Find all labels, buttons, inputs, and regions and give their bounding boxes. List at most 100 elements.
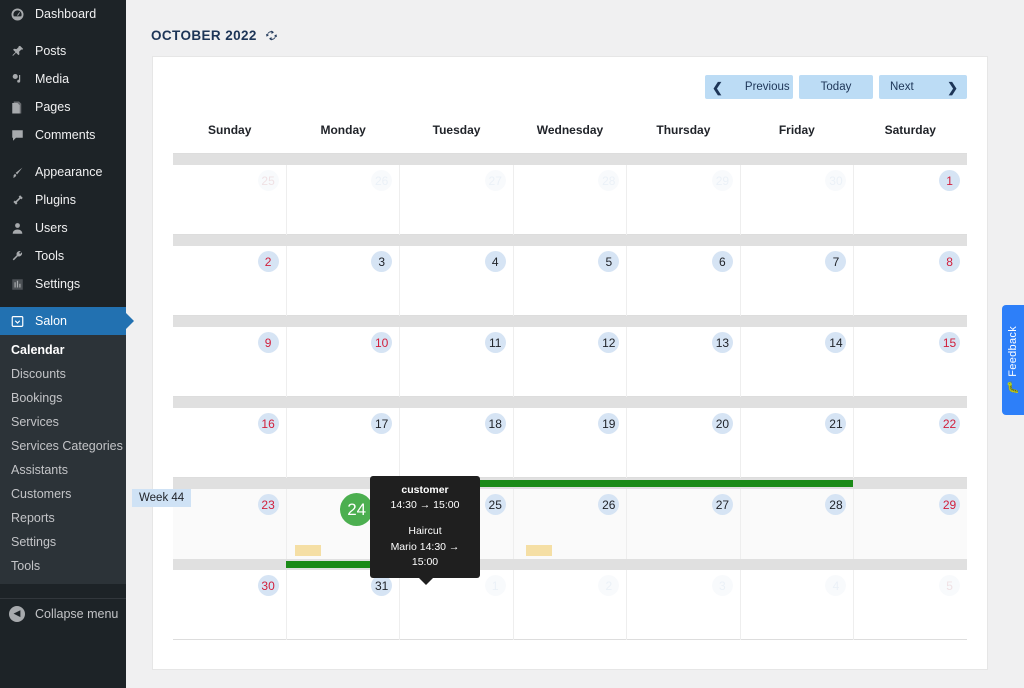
calendar-day-cell[interactable]: 25 — [173, 165, 287, 235]
calendar-day-cell[interactable]: 14 — [741, 327, 855, 397]
sidebar-item-comments[interactable]: Comments — [0, 121, 126, 149]
sidebar-item-posts[interactable]: Posts — [0, 37, 126, 65]
calendar-day-cell[interactable]: 17 — [287, 408, 401, 478]
day-number-badge[interactable]: 26 — [598, 494, 619, 515]
day-number-badge[interactable]: 28 — [598, 170, 619, 191]
day-number-badge[interactable]: 2 — [598, 575, 619, 596]
calendar-day-cell[interactable]: 2 — [173, 246, 287, 316]
day-number-badge[interactable]: 17 — [371, 413, 392, 434]
submenu-item-services-categories[interactable]: Services Categories — [0, 434, 126, 458]
event-block-tan[interactable] — [526, 545, 552, 556]
calendar-day-cell[interactable]: 1 — [854, 165, 967, 235]
calendar-day-cell[interactable]: 3 — [627, 570, 741, 640]
calendar-day-cell[interactable]: 28 — [514, 165, 628, 235]
calendar-day-cell[interactable]: 8 — [854, 246, 967, 316]
calendar-day-cell[interactable]: 29 — [854, 489, 967, 559]
calendar-day-cell[interactable]: 2 — [514, 570, 628, 640]
calendar-day-cell[interactable]: 9 — [173, 327, 287, 397]
submenu-item-customers[interactable]: Customers — [0, 482, 126, 506]
day-number-badge[interactable]: 5 — [939, 575, 960, 596]
submenu-item-assistants[interactable]: Assistants — [0, 458, 126, 482]
day-number-badge[interactable]: 23 — [258, 494, 279, 515]
calendar-day-cell[interactable]: 22 — [854, 408, 967, 478]
submenu-item-discounts[interactable]: Discounts — [0, 362, 126, 386]
sidebar-item-pages[interactable]: Pages — [0, 93, 126, 121]
day-number-badge[interactable]: 6 — [712, 251, 733, 272]
day-number-badge[interactable]: 19 — [598, 413, 619, 434]
calendar-day-cell[interactable]: 5 — [854, 570, 967, 640]
event-block-tan[interactable] — [295, 545, 321, 556]
sidebar-item-plugins[interactable]: Plugins — [0, 186, 126, 214]
calendar-day-cell[interactable]: 26 — [287, 165, 401, 235]
feedback-tab[interactable]: Feedback 🐛 — [1002, 305, 1024, 415]
sidebar-item-settings[interactable]: Settings — [0, 270, 126, 298]
sidebar-item-appearance[interactable]: Appearance — [0, 158, 126, 186]
today-button[interactable]: Today — [799, 75, 873, 99]
day-number-badge[interactable]: 29 — [939, 494, 960, 515]
event-bar-green[interactable] — [442, 480, 853, 487]
calendar-day-cell[interactable]: 21 — [741, 408, 855, 478]
calendar-day-cell[interactable]: 6 — [627, 246, 741, 316]
day-number-badge[interactable]: 27 — [485, 170, 506, 191]
day-number-badge[interactable]: 12 — [598, 332, 619, 353]
day-number-badge[interactable]: 25 — [485, 494, 506, 515]
day-number-badge[interactable]: 16 — [258, 413, 279, 434]
calendar-day-cell[interactable]: 15 — [854, 327, 967, 397]
calendar-day-cell[interactable]: 20 — [627, 408, 741, 478]
day-number-badge[interactable]: 13 — [712, 332, 733, 353]
day-number-badge[interactable]: 26 — [371, 170, 392, 191]
calendar-day-cell[interactable]: 31 — [287, 570, 401, 640]
calendar-day-cell[interactable]: 27 — [400, 165, 514, 235]
day-number-badge[interactable]: 4 — [485, 251, 506, 272]
day-number-badge[interactable]: 29 — [712, 170, 733, 191]
day-number-badge[interactable]: 5 — [598, 251, 619, 272]
next-button[interactable]: Next ❯ — [879, 75, 967, 99]
calendar-day-cell[interactable]: 30 — [741, 165, 855, 235]
day-number-badge[interactable]: 10 — [371, 332, 392, 353]
sidebar-item-media[interactable]: Media — [0, 65, 126, 93]
calendar-day-cell[interactable]: 12 — [514, 327, 628, 397]
refresh-icon[interactable] — [265, 29, 278, 42]
day-number-badge[interactable]: 22 — [939, 413, 960, 434]
calendar-day-cell[interactable]: 16 — [173, 408, 287, 478]
collapse-menu-button[interactable]: ◀ Collapse menu — [0, 598, 126, 628]
submenu-item-services[interactable]: Services — [0, 410, 126, 434]
sidebar-item-tools[interactable]: Tools — [0, 242, 126, 270]
submenu-item-tools[interactable]: Tools — [0, 554, 126, 578]
calendar-day-cell[interactable]: 7 — [741, 246, 855, 316]
submenu-item-settings[interactable]: Settings — [0, 530, 126, 554]
calendar-day-cell[interactable]: 11 — [400, 327, 514, 397]
calendar-day-cell[interactable]: 4 — [741, 570, 855, 640]
sidebar-item-users[interactable]: Users — [0, 214, 126, 242]
day-number-badge[interactable]: 1 — [939, 170, 960, 191]
submenu-item-calendar[interactable]: Calendar — [0, 338, 126, 362]
calendar-day-cell[interactable]: 19 — [514, 408, 628, 478]
day-number-badge[interactable]: 30 — [825, 170, 846, 191]
calendar-day-cell[interactable]: 3 — [287, 246, 401, 316]
submenu-item-reports[interactable]: Reports — [0, 506, 126, 530]
calendar-day-cell[interactable]: 29 — [627, 165, 741, 235]
calendar-day-cell[interactable]: 26 — [514, 489, 628, 559]
day-number-badge[interactable]: 14 — [825, 332, 846, 353]
day-number-badge[interactable]: 30 — [258, 575, 279, 596]
calendar-day-cell[interactable]: 30 — [173, 570, 287, 640]
calendar-day-cell[interactable]: 13 — [627, 327, 741, 397]
day-number-badge[interactable]: 15 — [939, 332, 960, 353]
day-number-badge[interactable]: 4 — [825, 575, 846, 596]
sidebar-item-dashboard[interactable]: Dashboard — [0, 0, 126, 28]
day-number-badge[interactable]: 31 — [371, 575, 392, 596]
day-number-badge[interactable]: 18 — [485, 413, 506, 434]
day-number-badge[interactable]: 8 — [939, 251, 960, 272]
day-number-badge[interactable]: 20 — [712, 413, 733, 434]
calendar-day-cell[interactable]: 18 — [400, 408, 514, 478]
day-number-badge[interactable]: 21 — [825, 413, 846, 434]
day-number-badge[interactable]: 3 — [712, 575, 733, 596]
day-number-badge[interactable]: 3 — [371, 251, 392, 272]
previous-button[interactable]: ❮ Previous — [705, 75, 793, 99]
day-number-badge[interactable]: 27 — [712, 494, 733, 515]
calendar-day-cell[interactable]: 27 — [627, 489, 741, 559]
calendar-day-cell[interactable]: 10 — [287, 327, 401, 397]
day-number-badge[interactable]: 24 — [340, 493, 373, 526]
submenu-item-bookings[interactable]: Bookings — [0, 386, 126, 410]
calendar-day-cell[interactable]: 5 — [514, 246, 628, 316]
